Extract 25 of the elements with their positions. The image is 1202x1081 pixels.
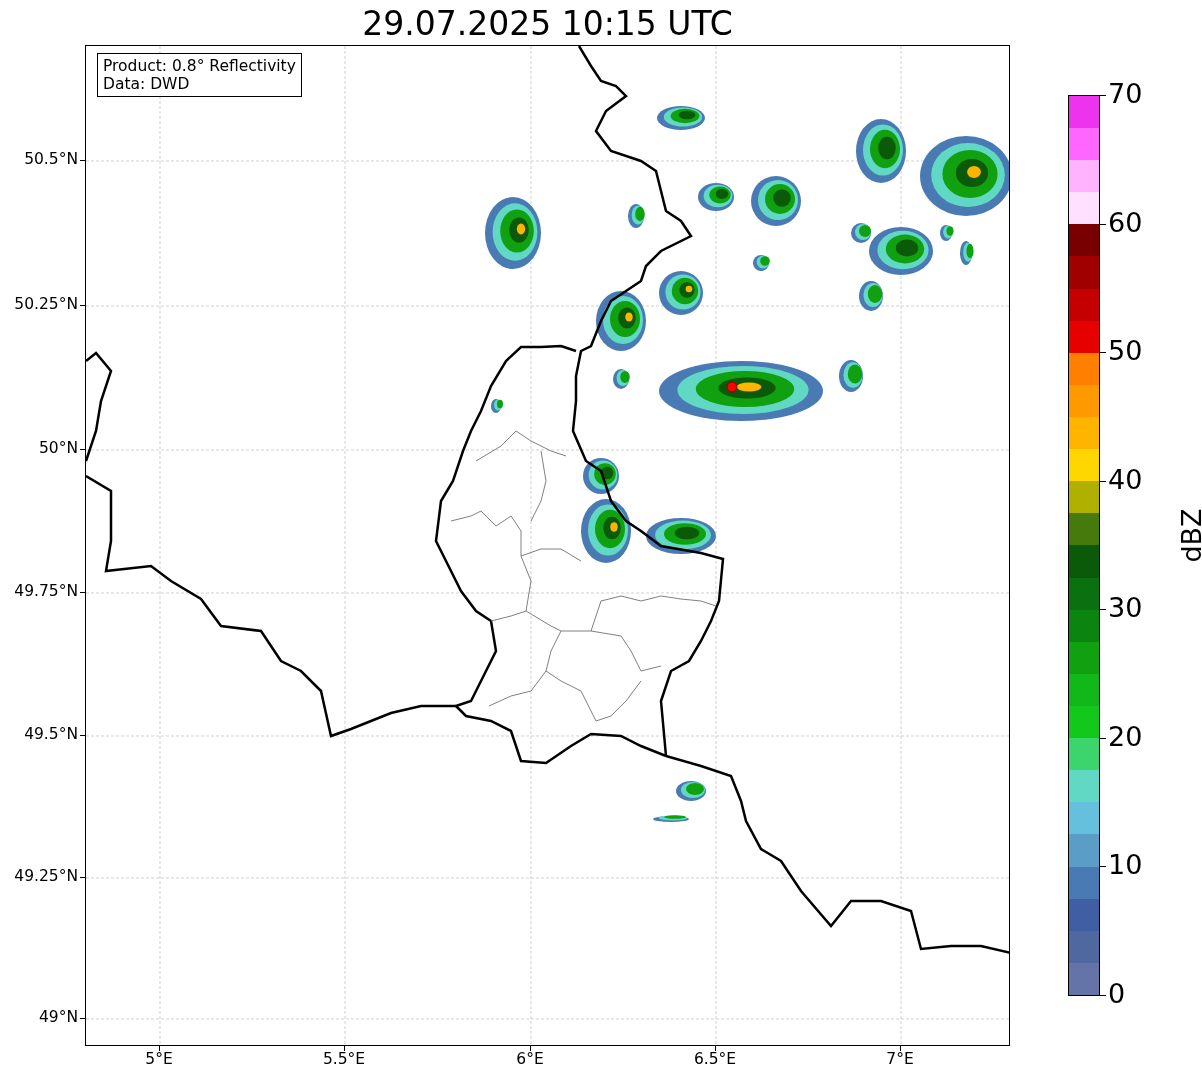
latitude-label: 50°N	[38, 439, 78, 457]
info-text: Product: 0.8° Reflectivity	[103, 57, 296, 75]
radar-station-marker	[726, 381, 738, 393]
colorbar-tick-label: 50	[1108, 336, 1143, 367]
colorbar-tick-label: 60	[1108, 207, 1143, 238]
chart-title: 29.07.2025 10:15 UTC	[361, 4, 734, 44]
longitude-label: 6°E	[516, 1050, 544, 1068]
latitude-label: 49°N	[38, 1008, 78, 1026]
colorbar-tick-label: 20	[1108, 721, 1143, 752]
colorbar-tick-label: 0	[1108, 979, 1126, 1009]
info-text: Data: DWD	[103, 75, 191, 93]
longitude-label: 5°E	[145, 1050, 173, 1068]
latitude-label: 50.25°N	[14, 295, 78, 313]
colorbar-label: dBZ	[1175, 508, 1202, 563]
colorbar-tick-label: 40	[1108, 464, 1143, 495]
colorbar-tick-label: 30	[1108, 593, 1143, 624]
latitude-label: 49.75°N	[14, 582, 78, 600]
latitude-label: 49.5°N	[24, 725, 78, 743]
longitude-label: 6.5°E	[693, 1050, 737, 1068]
longitude-label: 5.5°E	[322, 1050, 366, 1068]
colorbar-tick-label: 10	[1108, 850, 1143, 881]
colorbar-tick-label: 70	[1108, 79, 1143, 109]
latitude-label: 50.5°N	[24, 150, 78, 168]
latitude-label: 49.25°N	[14, 867, 78, 885]
longitude-label: 7°E	[886, 1050, 914, 1068]
